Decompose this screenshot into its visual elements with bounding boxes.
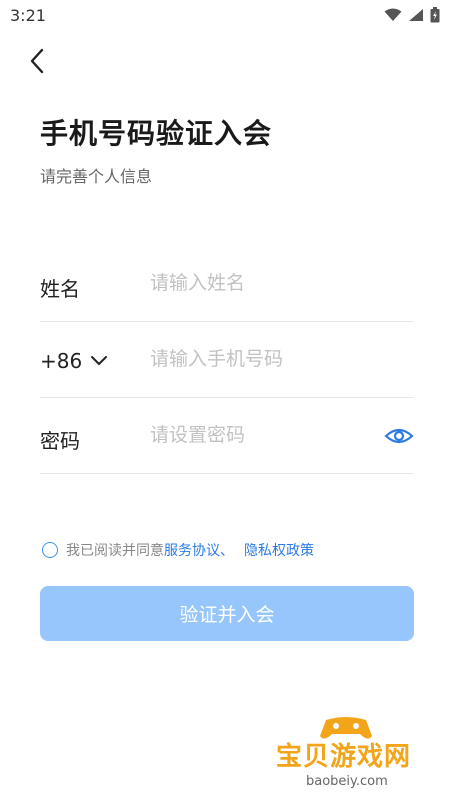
- agreement-row: 我已阅读并同意 服务协议、 隐私权政策: [42, 540, 314, 560]
- watermark-text: 宝贝游戏网: [276, 742, 412, 772]
- password-row: 密码: [40, 397, 414, 474]
- watermark-logo: 宝贝游戏网 baobeiy.com: [276, 712, 426, 802]
- signal-icon: [409, 9, 423, 21]
- page-title: 手机号码验证入会: [40, 117, 273, 150]
- password-input[interactable]: [150, 417, 370, 453]
- status-icons: [384, 7, 440, 23]
- country-code-selector[interactable]: +86: [40, 349, 108, 373]
- privacy-policy-link[interactable]: 隐私权政策: [244, 540, 314, 560]
- status-bar: 3:21: [0, 0, 454, 32]
- country-code: +86: [40, 349, 83, 373]
- password-label: 密码: [40, 429, 80, 453]
- service-agreement-link[interactable]: 服务协议、: [164, 540, 234, 560]
- battery-icon: [430, 7, 440, 23]
- watermark-url: baobeiy.com: [306, 774, 388, 789]
- agreement-text: 我已阅读并同意: [66, 543, 164, 559]
- name-label: 姓名: [40, 277, 80, 301]
- phone-input[interactable]: [150, 341, 370, 377]
- wifi-icon: [384, 8, 402, 21]
- chevron-down-icon: [91, 356, 108, 365]
- phone-row: +86: [40, 321, 414, 398]
- eye-icon: [384, 428, 414, 444]
- name-row: 姓名: [40, 245, 414, 322]
- back-button[interactable]: [24, 46, 54, 76]
- name-input[interactable]: [150, 265, 370, 301]
- status-time: 3:21: [10, 6, 46, 25]
- page-subtitle: 请完善个人信息: [40, 167, 153, 186]
- password-visibility-toggle[interactable]: [384, 421, 414, 451]
- verify-join-button[interactable]: 验证并入会: [40, 586, 414, 641]
- agreement-checkbox[interactable]: [42, 542, 58, 558]
- chevron-left-icon: [30, 48, 44, 74]
